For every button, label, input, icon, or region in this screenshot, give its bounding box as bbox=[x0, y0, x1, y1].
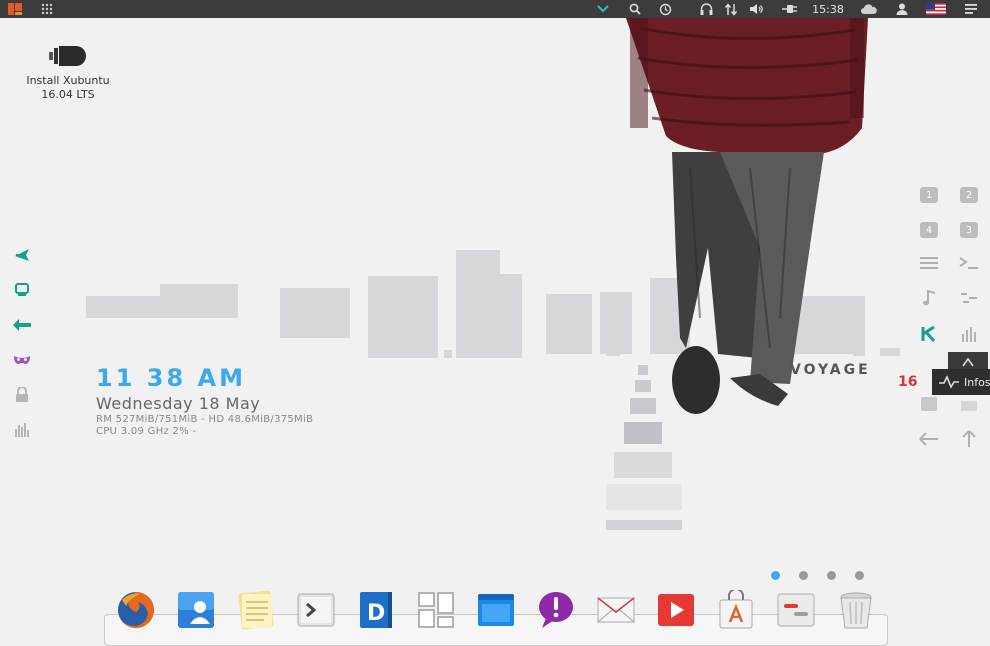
conky-widget: 11 38 AM Wednesday 18 May RM 527MiB/751M… bbox=[96, 364, 313, 437]
plane-icon[interactable] bbox=[12, 245, 32, 265]
chevron-down-icon[interactable] bbox=[594, 0, 612, 18]
k-app-icon[interactable] bbox=[917, 323, 941, 345]
workspace-4-button[interactable]: 4 bbox=[917, 219, 941, 241]
terminal-prompt-icon[interactable] bbox=[957, 252, 981, 274]
conky-time: 11 38 AM bbox=[96, 364, 246, 392]
notes-icon[interactable] bbox=[234, 588, 278, 632]
conky-cpu: CPU 3.09 GHz 2% - bbox=[96, 426, 197, 437]
square-panel-icon[interactable] bbox=[917, 393, 941, 415]
window-icon[interactable] bbox=[474, 588, 518, 632]
chat-icon[interactable] bbox=[534, 588, 578, 632]
arrow-up-icon[interactable] bbox=[957, 428, 981, 450]
page-dot-2[interactable] bbox=[799, 571, 808, 580]
conky-memory-disk: RM 527MiB/751MiB - HD 48.6MiB/375MiB bbox=[96, 414, 314, 425]
workspace-2-button[interactable]: 2 bbox=[957, 184, 981, 206]
workspace-3-label: 3 bbox=[960, 222, 978, 238]
install-xubuntu-launcher[interactable]: Install Xubuntu 16.04 LTS bbox=[20, 44, 116, 102]
wallpaper-voyager-number: 16 bbox=[898, 374, 918, 390]
workspace-1-button[interactable]: 1 bbox=[917, 184, 941, 206]
arrow-left-icon[interactable] bbox=[917, 428, 941, 450]
user-icon[interactable] bbox=[893, 0, 911, 18]
settings-icon[interactable] bbox=[774, 588, 818, 632]
clock-text: 15:38 bbox=[812, 2, 844, 16]
terminal-icon[interactable] bbox=[294, 588, 338, 632]
headphones-icon[interactable] bbox=[697, 0, 715, 18]
tooltip-text: Infos bbox=[964, 375, 990, 389]
monitor-icon[interactable] bbox=[12, 280, 32, 300]
top-panel: 15:38 bbox=[0, 0, 990, 18]
mail-icon[interactable] bbox=[594, 588, 638, 632]
conky-date: Wednesday 18 May bbox=[96, 394, 261, 413]
hamburger-menu-icon[interactable] bbox=[962, 0, 980, 18]
cloud-icon[interactable] bbox=[858, 0, 880, 18]
page-dot-1[interactable] bbox=[771, 571, 780, 580]
contacts-icon[interactable] bbox=[174, 588, 218, 632]
video-icon[interactable] bbox=[654, 588, 698, 632]
workspace-1-label: 1 bbox=[920, 187, 938, 203]
trash-icon[interactable] bbox=[834, 588, 878, 632]
rect-panel-icon[interactable] bbox=[957, 393, 981, 415]
svg-text:D: D bbox=[367, 601, 385, 626]
clock[interactable]: 15:38 bbox=[808, 0, 848, 18]
search-icon[interactable] bbox=[626, 0, 644, 18]
power-plug-icon[interactable] bbox=[779, 0, 801, 18]
usb-drive-icon bbox=[20, 44, 116, 74]
store-icon[interactable] bbox=[714, 588, 758, 632]
bars-chart-icon[interactable] bbox=[12, 420, 32, 440]
workspace-4-label: 4 bbox=[920, 222, 938, 238]
infos-tooltip: Infos bbox=[932, 369, 990, 395]
history-icon[interactable] bbox=[656, 0, 674, 18]
network-updown-icon[interactable] bbox=[722, 0, 740, 18]
volume-icon[interactable] bbox=[746, 0, 766, 18]
firefox-icon[interactable] bbox=[114, 588, 158, 632]
install-label-line1: Install Xubuntu bbox=[26, 74, 110, 87]
page-dot-4[interactable] bbox=[855, 571, 864, 580]
list-icon[interactable] bbox=[917, 252, 941, 274]
dictionary-icon[interactable]: D bbox=[354, 588, 398, 632]
wallpaper-voyager-text: VOYAGE bbox=[790, 362, 871, 378]
mask-icon[interactable] bbox=[12, 350, 32, 370]
us-flag-icon[interactable] bbox=[924, 0, 948, 18]
install-label-line2: 16.04 LTS bbox=[41, 88, 95, 101]
page-dot-3[interactable] bbox=[827, 571, 836, 580]
pulse-icon bbox=[939, 375, 959, 389]
music-note-icon[interactable] bbox=[917, 287, 941, 309]
workspace-3-button[interactable]: 3 bbox=[957, 219, 981, 241]
arrow-left-icon[interactable] bbox=[12, 315, 32, 335]
tiles-icon[interactable] bbox=[414, 588, 458, 632]
dash-split-icon[interactable] bbox=[957, 287, 981, 309]
menu-logo-icon[interactable] bbox=[4, 0, 26, 18]
workspace-2-label: 2 bbox=[960, 187, 978, 203]
apps-grid-icon[interactable] bbox=[38, 0, 56, 18]
lock-icon[interactable] bbox=[12, 385, 32, 405]
stats-bars-icon[interactable] bbox=[957, 323, 981, 345]
